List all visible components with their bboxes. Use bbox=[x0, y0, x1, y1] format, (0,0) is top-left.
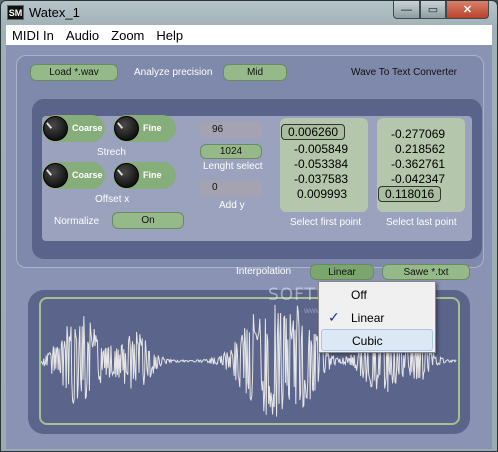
menu-audio[interactable]: Audio bbox=[60, 28, 105, 43]
window-title: Watex_1 bbox=[29, 5, 80, 20]
length-select-label: Lenght select bbox=[203, 161, 263, 172]
app-caption: Wave To Text Converter bbox=[351, 67, 457, 78]
dropdown-option-off[interactable]: Off bbox=[321, 284, 433, 306]
controls-panel: Coarse Fine Strech Coarse Fine Offset x … bbox=[32, 99, 482, 259]
knob-dial-icon bbox=[43, 116, 68, 141]
last-point-value[interactable]: 0.218562 bbox=[395, 142, 445, 156]
interpolation-button[interactable]: Linear bbox=[310, 264, 374, 280]
knob-label: Coarse bbox=[72, 170, 103, 180]
first-point-value[interactable]: 0.006260 bbox=[281, 124, 346, 140]
normalize-button[interactable]: On bbox=[112, 212, 184, 229]
add-y-field[interactable]: 0 bbox=[200, 180, 262, 196]
checkmark-icon: ✓ bbox=[328, 309, 340, 325]
knob-label: Coarse bbox=[72, 123, 103, 133]
settings-panel: Load *.wav Analyze precision Mid Wave To… bbox=[16, 55, 484, 268]
strech-label: Strech bbox=[97, 147, 126, 158]
offset-fine-knob[interactable]: Fine bbox=[113, 162, 176, 189]
dropdown-option-linear[interactable]: ✓ Linear bbox=[321, 307, 433, 329]
offset-x-label: Offset x bbox=[95, 194, 130, 205]
maximize-button[interactable]: ▭ bbox=[420, 1, 446, 19]
client-area: Load *.wav Analyze precision Mid Wave To… bbox=[6, 45, 492, 449]
first-point-panel: 0.006260 -0.005849 -0.053384 -0.037583 0… bbox=[280, 118, 368, 212]
length-select-button[interactable]: 1024 bbox=[200, 144, 262, 159]
last-point-value[interactable]: -0.042347 bbox=[391, 172, 445, 186]
select-first-point-label: Select first point bbox=[290, 217, 362, 228]
normalize-label: Normalize bbox=[54, 216, 100, 227]
option-label: Cubic bbox=[352, 334, 383, 348]
menu-midi-in[interactable]: MIDI In bbox=[6, 28, 60, 43]
menu-help[interactable]: Help bbox=[150, 28, 189, 43]
app-icon: SM bbox=[7, 5, 24, 20]
interpolation-dropdown: Off ✓ Linear Cubic bbox=[318, 281, 436, 353]
dropdown-option-cubic[interactable]: Cubic bbox=[321, 329, 433, 351]
strech-fine-knob[interactable]: Fine bbox=[113, 115, 176, 142]
first-point-value[interactable]: -0.037583 bbox=[294, 172, 348, 186]
option-label: Off bbox=[351, 288, 367, 302]
knob-dial-icon bbox=[43, 163, 68, 188]
option-label: Linear bbox=[351, 311, 385, 325]
add-y-label: Add y bbox=[219, 200, 245, 211]
first-point-value[interactable]: -0.005849 bbox=[294, 142, 348, 156]
precision-button[interactable]: Mid bbox=[223, 64, 287, 81]
knob-label: Fine bbox=[143, 123, 162, 133]
analyze-precision-label: Analyze precision bbox=[134, 67, 213, 78]
menu-zoom[interactable]: Zoom bbox=[105, 28, 150, 43]
menu-bar: MIDI In Audio Zoom Help bbox=[6, 25, 492, 45]
select-last-point-label: Select last point bbox=[386, 217, 457, 228]
knob-label: Fine bbox=[143, 170, 162, 180]
first-point-value[interactable]: -0.053384 bbox=[294, 157, 348, 171]
save-txt-button[interactable]: Sawe *.txt bbox=[382, 264, 470, 280]
app-window: SM Watex_1 — ▭ ✕ MIDI In Audio Zoom Help… bbox=[0, 0, 498, 452]
close-button[interactable]: ✕ bbox=[446, 1, 489, 19]
offset-coarse-knob[interactable]: Coarse bbox=[42, 162, 105, 189]
knob-dial-icon bbox=[114, 116, 139, 141]
minimize-button[interactable]: — bbox=[393, 1, 420, 19]
last-point-panel: -0.277069 0.218562 -0.362761 -0.042347 0… bbox=[377, 118, 465, 212]
last-point-value[interactable]: -0.277069 bbox=[391, 127, 445, 141]
last-point-value[interactable]: -0.362761 bbox=[391, 157, 445, 171]
knob-dial-icon bbox=[114, 163, 139, 188]
interpolation-label: Interpolation bbox=[236, 266, 292, 277]
load-wav-button[interactable]: Load *.wav bbox=[30, 64, 118, 81]
top-value-field[interactable]: 96 bbox=[200, 122, 262, 138]
title-bar[interactable]: SM Watex_1 — ▭ ✕ bbox=[1, 1, 497, 25]
first-point-value[interactable]: 0.009993 bbox=[297, 187, 347, 201]
last-point-value[interactable]: 0.118016 bbox=[378, 186, 442, 202]
strech-coarse-knob[interactable]: Coarse bbox=[42, 115, 105, 142]
